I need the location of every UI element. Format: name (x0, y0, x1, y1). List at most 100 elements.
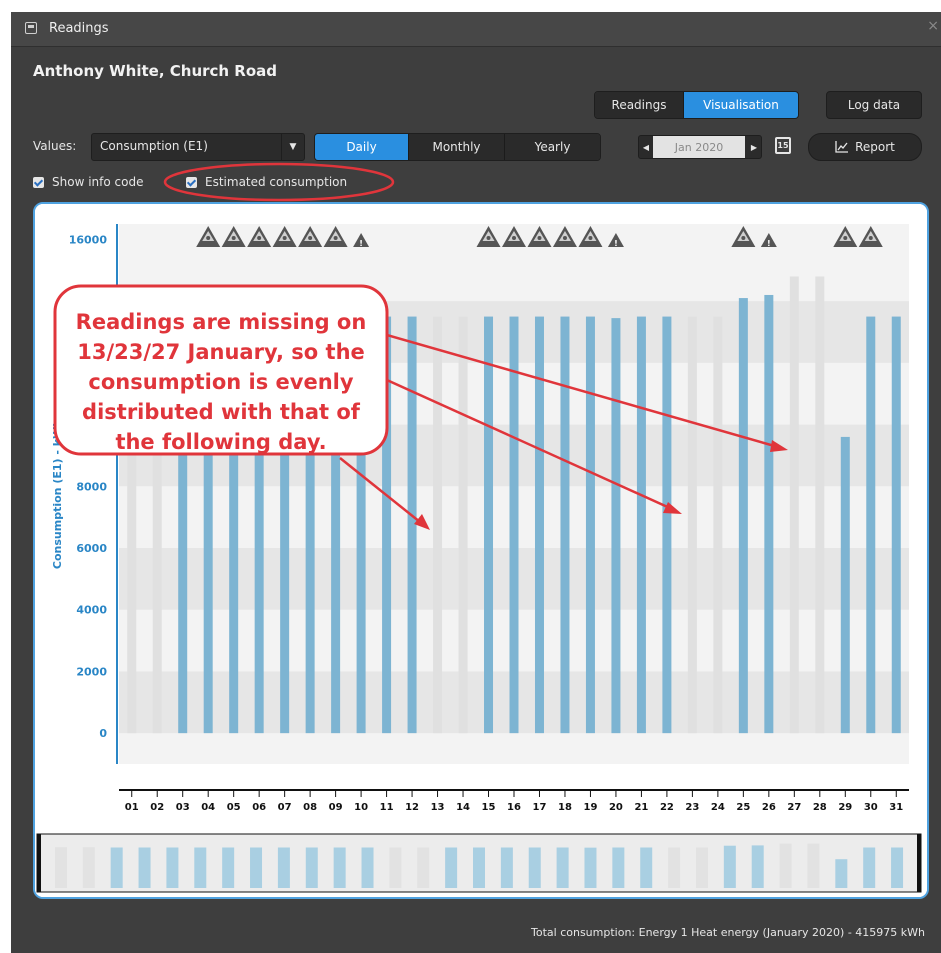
previous-month-icon[interactable]: ◀ (639, 136, 653, 158)
x-tick-label: 13 (431, 802, 445, 813)
bar-04[interactable] (203, 316, 213, 734)
x-tick-label: 04 (201, 802, 215, 813)
navigator-bar (835, 859, 848, 888)
readings-window: Readings × Anthony White, Church Road Re… (11, 12, 941, 953)
chevron-down-icon[interactable]: ▼ (281, 134, 304, 160)
x-tick-label: 23 (685, 802, 699, 813)
x-tick-label: 29 (838, 802, 852, 813)
bar-06[interactable] (254, 316, 264, 734)
y-tick-label: 16000 (69, 233, 108, 246)
bar-11[interactable] (382, 316, 392, 734)
report-button[interactable]: Report (808, 133, 922, 161)
y-axis-label: Consumption (E1) - kWh (51, 419, 64, 569)
bar-24[interactable] (713, 316, 723, 734)
x-tick-label: 17 (533, 802, 547, 813)
chart-line-icon (835, 141, 849, 153)
navigator-bar (612, 847, 625, 888)
month-value[interactable]: Jan 2020 (653, 136, 745, 158)
bar-10[interactable] (356, 316, 366, 734)
navigator-bar (863, 847, 876, 888)
values-label: Values: (33, 139, 77, 153)
navigator-bar (110, 847, 123, 888)
bar-18[interactable] (560, 316, 570, 734)
x-tick-label: 14 (456, 802, 470, 813)
svg-text:!: ! (614, 239, 618, 248)
bar-28[interactable] (815, 276, 825, 734)
bar-13[interactable] (433, 316, 443, 734)
bar-02[interactable] (152, 313, 162, 734)
x-tick-label: 20 (609, 802, 623, 813)
next-month-icon[interactable]: ▶ (747, 136, 761, 158)
navigator-right-handle[interactable] (917, 834, 921, 892)
navigator-bar (556, 847, 569, 888)
navigator-bar (807, 843, 820, 888)
checkbox-checked-icon (186, 176, 197, 188)
navigator-bar (500, 847, 513, 888)
bar-29[interactable] (840, 436, 850, 734)
navigator-bar (473, 847, 485, 888)
bar-03[interactable] (178, 316, 188, 734)
bar-08[interactable] (305, 316, 315, 734)
bar-30[interactable] (866, 316, 876, 734)
bar-23[interactable] (687, 316, 697, 734)
bar-20[interactable] (611, 318, 621, 734)
bar-21[interactable] (636, 316, 646, 734)
period-tabs: Daily Monthly Yearly (314, 133, 601, 161)
x-tick-label: 08 (303, 802, 317, 813)
consumption-chart: 0 2000 4000 6000 8000 16000 Consumption (E1) -… (33, 202, 929, 899)
x-tick-label: 26 (762, 802, 776, 813)
values-select-value: Consumption (E1) (100, 139, 208, 153)
tab-monthly[interactable]: Monthly (409, 134, 505, 160)
navigator-left-handle[interactable] (37, 834, 41, 892)
navigator-bar (668, 847, 681, 888)
navigator-bar (584, 847, 597, 888)
svg-text:!: ! (767, 239, 771, 248)
window-title: Readings (49, 21, 109, 36)
bar-26[interactable] (764, 294, 774, 734)
bar-09[interactable] (331, 316, 341, 734)
bar-19[interactable] (585, 316, 595, 734)
tab-daily[interactable]: Daily (315, 134, 409, 160)
x-tick-label: 15 (482, 802, 496, 813)
bar-07[interactable] (280, 316, 290, 734)
navigator-bar (305, 847, 318, 888)
bar-05[interactable] (229, 316, 239, 734)
bar-16[interactable] (509, 316, 519, 734)
x-tick-label: 28 (813, 802, 827, 813)
estimated-consumption-checkbox[interactable]: Estimated consumption (186, 175, 347, 189)
x-tick-label: 27 (787, 802, 801, 813)
bar-14[interactable] (458, 316, 468, 734)
bar-17[interactable] (534, 316, 544, 734)
values-select[interactable]: Consumption (E1) ▼ (91, 133, 305, 161)
x-tick-label: 12 (405, 802, 419, 813)
x-tick-label: 09 (329, 802, 343, 813)
bar-15[interactable] (484, 316, 494, 734)
x-tick-label: 30 (864, 802, 878, 813)
tab-yearly[interactable]: Yearly (505, 134, 600, 160)
x-tick-label: 16 (507, 802, 521, 813)
x-tick-label: 19 (583, 802, 597, 813)
navigator-bar (333, 847, 346, 888)
navigator-bar (389, 847, 402, 888)
navigator-bar (166, 847, 179, 888)
navigator-bar (138, 847, 151, 888)
bar-12[interactable] (407, 316, 417, 734)
bar-22[interactable] (662, 316, 672, 734)
bar-27[interactable] (789, 276, 799, 734)
navigator-bar (277, 847, 290, 888)
navigator-bar (779, 843, 792, 888)
view-tabs: Readings Visualisation (594, 91, 799, 119)
month-picker: ◀ Jan 2020 ▶ (638, 135, 762, 159)
x-tick-label: 05 (227, 802, 241, 813)
calendar-icon[interactable]: 15 (775, 137, 791, 154)
bar-31[interactable] (891, 316, 901, 734)
close-icon[interactable]: × (927, 18, 939, 34)
bar-25[interactable] (738, 298, 748, 734)
tab-visualisation[interactable]: Visualisation (684, 92, 798, 118)
tab-readings[interactable]: Readings (595, 92, 684, 118)
bar-01[interactable] (127, 313, 137, 734)
x-tick-label: 03 (176, 802, 190, 813)
log-data-button[interactable]: Log data (826, 91, 922, 119)
svg-text:!: ! (359, 239, 363, 248)
show-info-code-checkbox[interactable]: Show info code (33, 175, 143, 189)
